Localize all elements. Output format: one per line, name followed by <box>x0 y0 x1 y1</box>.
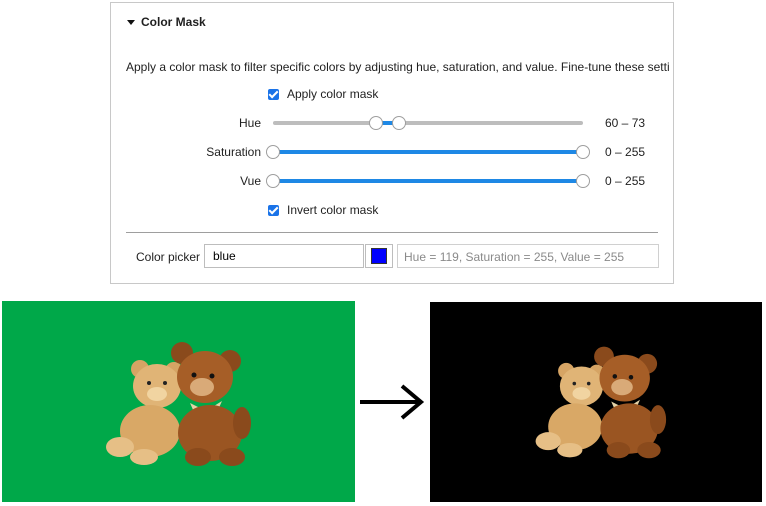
color-picker-label: Color picker <box>136 250 201 264</box>
slider-high-thumb[interactable] <box>576 145 590 159</box>
invert-color-mask-label: Invert color mask <box>287 203 379 217</box>
dark-bear <box>594 346 667 459</box>
slider-high-thumb[interactable] <box>576 174 590 188</box>
input-image-green-background <box>2 301 355 502</box>
teddy-bears-masked-image <box>535 346 667 459</box>
color-mask-panel: Color Mask Apply a color mask to filter … <box>110 2 674 284</box>
vue-range-value: 0 – 255 <box>605 174 646 188</box>
light-bear <box>106 360 183 465</box>
output-image-masked <box>430 302 762 502</box>
apply-color-mask-checkbox-row[interactable]: Apply color mask <box>268 87 378 101</box>
color-mask-description: Apply a color mask to filter specific co… <box>126 60 670 74</box>
hue-slider-label: Hue <box>238 116 261 130</box>
right-arrow-icon <box>360 384 425 420</box>
color-mask-title: Color Mask <box>141 15 206 29</box>
slider-low-thumb[interactable] <box>266 174 280 188</box>
hue-range-value: 60 – 73 <box>605 116 646 130</box>
caret-down-icon[interactable] <box>127 19 135 25</box>
hue-range-slider[interactable] <box>273 115 583 131</box>
invert-color-mask-checkbox[interactable] <box>268 204 279 216</box>
saturation-range-slider[interactable] <box>266 144 590 160</box>
divider <box>126 232 658 233</box>
saturation-slider-label: Saturation <box>206 145 261 159</box>
teddy-bears-image <box>106 342 251 466</box>
slider-high-thumb[interactable] <box>391 116 406 130</box>
slider-track[interactable] <box>273 121 583 125</box>
hsv-readout: Hue = 119, Saturation = 255, Value = 255 <box>397 244 659 268</box>
slider-selected-range <box>273 179 583 183</box>
invert-color-mask-checkbox-row[interactable]: Invert color mask <box>268 203 378 217</box>
slider-low-thumb[interactable] <box>266 145 280 159</box>
color-picker-input[interactable] <box>204 244 364 268</box>
color-swatch-button[interactable] <box>365 244 393 268</box>
saturation-range-value: 0 – 255 <box>605 145 646 159</box>
color-mask-header[interactable]: Color Mask <box>127 15 206 29</box>
color-swatch <box>371 248 387 264</box>
apply-color-mask-checkbox[interactable] <box>268 88 279 100</box>
apply-color-mask-label: Apply color mask <box>287 87 379 101</box>
slider-low-thumb[interactable] <box>369 116 384 130</box>
dark-bear <box>171 342 251 466</box>
vue-range-slider[interactable] <box>266 173 590 189</box>
light-bear <box>535 362 605 458</box>
vue-slider-label: Vue <box>240 174 261 188</box>
slider-selected-range <box>273 150 583 154</box>
